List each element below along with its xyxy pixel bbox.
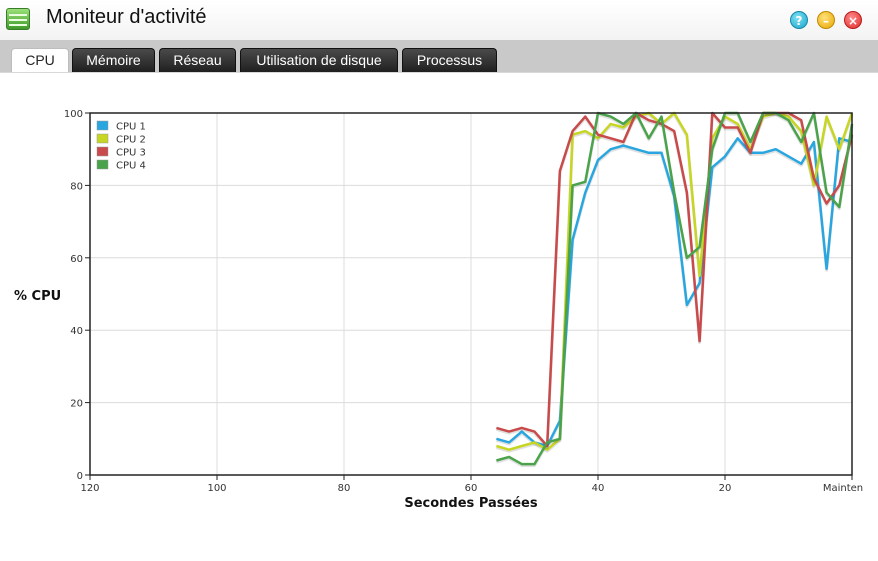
y-tick-label: 80 xyxy=(70,181,83,192)
y-axis-label: % CPU xyxy=(14,289,61,304)
x-axis-label: Secondes Passées xyxy=(404,496,538,511)
cpu-chart-panel: 120 100 80 60 40 20 Mainten 0 20 40 60 80 100 CPU 1C… xyxy=(0,73,878,557)
x-tick-label: Mainten xyxy=(823,483,863,494)
x-tick-label: 100 xyxy=(207,483,226,494)
tab-utilisation-disque[interactable]: Utilisation de disque xyxy=(240,48,398,72)
x-tick-label: 20 xyxy=(719,483,732,494)
legend-swatch-cpu-4 xyxy=(96,159,109,170)
legend-label-cpu-1: CPU 1 xyxy=(116,122,146,133)
chart-ticks: 120 100 80 60 40 20 Mainten 0 20 40 60 80 100 xyxy=(64,109,863,494)
x-tick-label: 40 xyxy=(592,483,605,494)
legend-label-cpu-4: CPU 4 xyxy=(116,161,146,172)
legend-label-cpu-3: CPU 3 xyxy=(116,148,146,159)
close-icon[interactable]: × xyxy=(844,11,862,29)
activity-monitor-icon xyxy=(6,8,30,30)
chart-grid xyxy=(89,112,853,476)
y-tick-label: 20 xyxy=(70,399,83,410)
y-tick-label: 60 xyxy=(70,254,83,265)
tab-cpu[interactable]: CPU xyxy=(11,48,69,72)
legend-label-cpu-2: CPU 2 xyxy=(116,135,146,146)
chart-series xyxy=(495,111,854,468)
y-tick-label: 0 xyxy=(77,471,83,482)
title-bar: Moniteur d'activité ? – × xyxy=(0,0,878,40)
tab-reseau[interactable]: Réseau xyxy=(159,48,236,72)
y-tick-label: 100 xyxy=(64,109,83,120)
legend-swatch-cpu-3 xyxy=(96,146,109,157)
window-title: Moniteur d'activité xyxy=(46,6,207,28)
tab-memoire[interactable]: Mémoire xyxy=(72,48,155,72)
tab-strip: CPU Mémoire Réseau Utilisation de disque… xyxy=(0,40,878,73)
y-tick-label: 40 xyxy=(70,326,83,337)
legend-swatch-cpu-1 xyxy=(96,120,109,131)
tab-processus[interactable]: Processus xyxy=(402,48,497,72)
x-tick-label: 60 xyxy=(465,483,478,494)
minimize-icon[interactable]: – xyxy=(817,11,835,29)
x-tick-label: 80 xyxy=(338,483,351,494)
help-icon[interactable]: ? xyxy=(790,11,808,29)
x-tick-label: 120 xyxy=(80,483,99,494)
legend-swatch-cpu-2 xyxy=(96,133,109,144)
chart-legend: CPU 1 CPU 2 CPU 3 CPU 4 xyxy=(96,120,146,172)
cpu-usage-chart: 120 100 80 60 40 20 Mainten020406080100 CPU 1C… xyxy=(14,109,863,511)
